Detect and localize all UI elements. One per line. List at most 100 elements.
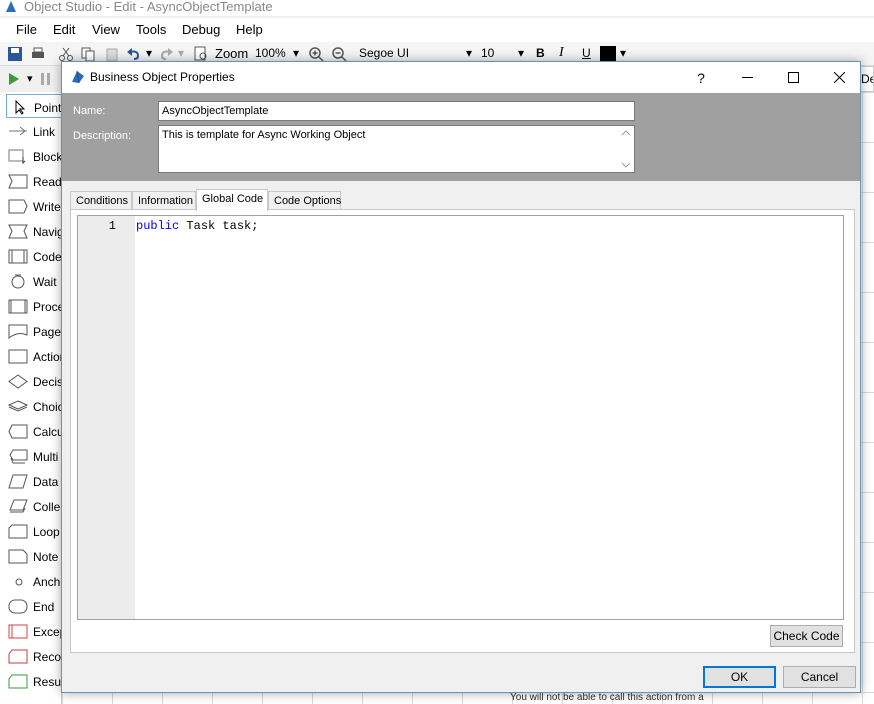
underline-button[interactable]: U xyxy=(582,46,591,60)
menu-file[interactable]: File xyxy=(16,22,37,37)
zoom-out-icon[interactable] xyxy=(331,46,347,62)
palette-item-navigate[interactable]: Navigate xyxy=(0,219,62,243)
description-field[interactable]: This is template for Async Working Objec… xyxy=(158,125,635,173)
palette-item-link[interactable]: Link xyxy=(0,119,62,143)
palette-item-read[interactable]: Read xyxy=(0,169,62,193)
ok-button[interactable]: OK xyxy=(703,666,776,688)
cut-icon[interactable] xyxy=(58,46,74,62)
description-label: Description: xyxy=(73,130,132,142)
calculation-icon xyxy=(8,424,28,439)
maximize-button[interactable] xyxy=(770,62,816,93)
font-name-combo[interactable]: Segoe UI xyxy=(359,46,409,60)
palette-item-code[interactable]: Code xyxy=(0,244,62,268)
dialog-title-bar[interactable]: Business Object Properties ? xyxy=(62,62,860,93)
recover-icon xyxy=(8,649,28,664)
zoom-combo[interactable]: 100% xyxy=(255,46,286,60)
menu-edit[interactable]: Edit xyxy=(53,22,75,37)
redo-dropdown-icon[interactable]: ▾ xyxy=(178,46,184,60)
write-icon xyxy=(8,199,28,214)
palette-item-collection[interactable]: Collection xyxy=(0,494,62,518)
palette-item-decision[interactable]: Decision xyxy=(0,369,62,393)
tab-code-options[interactable]: Code Options xyxy=(268,191,341,210)
link-icon xyxy=(9,126,27,136)
tool-palette: Pointer Link Block Read Write Navigate C… xyxy=(0,92,66,704)
business-object-properties-dialog: Business Object Properties ? Name: Descr… xyxy=(61,61,861,693)
tab-global-code[interactable]: Global Code xyxy=(196,189,268,211)
check-code-button[interactable]: Check Code xyxy=(770,625,843,647)
block-icon xyxy=(8,149,26,164)
minimize-button[interactable] xyxy=(724,62,770,93)
code-icon xyxy=(8,249,28,264)
dialog-logo-icon xyxy=(72,70,84,84)
description-scrollbar[interactable] xyxy=(618,126,634,172)
palette-item-recover[interactable]: Recover xyxy=(0,644,62,668)
menu-debug[interactable]: Debug xyxy=(182,22,220,37)
resume-icon xyxy=(8,674,28,689)
palette-item-page[interactable]: Page xyxy=(0,319,62,343)
redo-icon[interactable] xyxy=(158,46,174,62)
palette-item-block[interactable]: Block xyxy=(0,144,62,168)
line-number-gutter: 1 xyxy=(78,216,135,619)
global-code-panel: 1 public Task task; Check Code xyxy=(70,209,855,653)
font-name-dropdown-icon[interactable]: ▾ xyxy=(466,46,472,60)
pointer-icon xyxy=(15,100,26,115)
font-color-swatch[interactable] xyxy=(600,46,616,62)
wait-icon xyxy=(11,274,25,289)
exception-icon xyxy=(8,624,28,639)
help-button[interactable]: ? xyxy=(678,62,724,93)
tab-conditions[interactable]: Conditions xyxy=(70,191,132,210)
page-icon xyxy=(8,324,28,339)
palette-item-write[interactable]: Write xyxy=(0,194,62,218)
palette-item-process[interactable]: Process xyxy=(0,294,62,318)
zoom-label: Zoom xyxy=(215,46,249,61)
run-dropdown-icon[interactable]: ▾ xyxy=(27,72,33,85)
palette-item-resume[interactable]: Resume xyxy=(0,669,62,693)
copy-icon[interactable] xyxy=(80,46,96,62)
tab-information[interactable]: Information xyxy=(132,191,196,210)
palette-item-end[interactable]: End xyxy=(0,594,62,618)
zoom-in-icon[interactable] xyxy=(308,46,324,62)
code-editor[interactable]: 1 public Task task; xyxy=(77,215,844,620)
menu-view[interactable]: View xyxy=(92,22,120,37)
app-logo-icon xyxy=(6,1,16,12)
palette-item-multi-calc[interactable]: Multi xyxy=(0,444,62,468)
name-field[interactable] xyxy=(158,101,635,121)
loop-icon xyxy=(8,524,28,539)
palette-item-action[interactable]: Action xyxy=(0,344,62,368)
help-icon: ? xyxy=(697,69,705,86)
palette-item-calculation[interactable]: Calculation xyxy=(0,419,62,443)
print-icon[interactable] xyxy=(30,46,46,62)
save-icon[interactable] xyxy=(7,46,23,62)
pause-icon[interactable] xyxy=(40,72,52,86)
palette-item-choice[interactable]: Choice xyxy=(0,394,62,418)
palette-item-exception[interactable]: Exception xyxy=(0,619,62,643)
choice-icon xyxy=(8,400,28,412)
palette-item-note[interactable]: Note xyxy=(0,544,62,568)
palette-item-loop[interactable]: Loop xyxy=(0,519,62,543)
zoom-page-icon[interactable] xyxy=(193,46,209,62)
palette-item-anchor[interactable]: Anchor xyxy=(0,569,62,593)
font-size-combo[interactable]: 10 xyxy=(481,46,494,60)
undo-dropdown-icon[interactable]: ▾ xyxy=(146,46,152,60)
palette-item-pointer[interactable]: Pointer xyxy=(6,94,66,118)
end-icon xyxy=(8,599,28,614)
data-icon xyxy=(8,474,28,489)
menu-help[interactable]: Help xyxy=(236,22,263,37)
italic-button[interactable]: I xyxy=(559,45,564,61)
palette-item-wait[interactable]: Wait xyxy=(0,269,62,293)
font-size-dropdown-icon[interactable]: ▾ xyxy=(518,46,524,60)
cancel-button[interactable]: Cancel xyxy=(783,666,856,688)
minimize-icon xyxy=(741,77,753,78)
run-icon[interactable] xyxy=(8,72,20,86)
menu-tools[interactable]: Tools xyxy=(136,22,166,37)
palette-item-data[interactable]: Data xyxy=(0,469,62,493)
code-line[interactable]: public Task task; xyxy=(136,219,258,233)
close-button[interactable] xyxy=(816,62,862,93)
undo-icon[interactable] xyxy=(126,46,142,62)
font-color-dropdown-icon[interactable]: ▾ xyxy=(620,46,626,60)
paste-icon[interactable] xyxy=(104,46,120,62)
maximize-icon xyxy=(787,72,799,83)
note-icon xyxy=(8,549,28,564)
bold-button[interactable]: B xyxy=(536,46,545,60)
zoom-dropdown-icon[interactable]: ▾ xyxy=(293,46,299,60)
